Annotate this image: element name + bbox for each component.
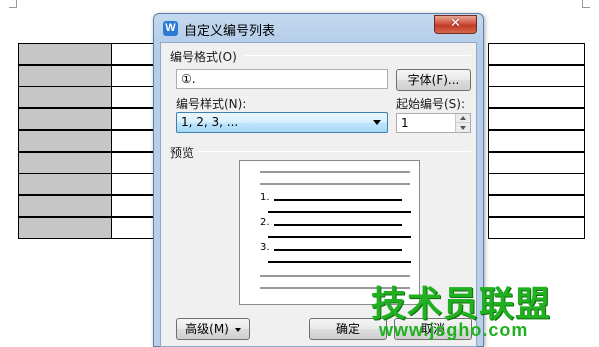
table-cell[interactable]: [488, 64, 585, 87]
table-cell[interactable]: [488, 43, 585, 65]
advanced-button[interactable]: 高级(M): [176, 318, 250, 340]
preview-number: 2.: [260, 217, 270, 228]
table-cell[interactable]: [18, 108, 112, 131]
table-cell[interactable]: [18, 129, 112, 152]
section-divider: [199, 151, 471, 152]
close-icon[interactable]: ✕: [434, 15, 477, 34]
font-button[interactable]: 字体(F)...: [396, 69, 471, 91]
start-at-label: 起始编号(S):: [396, 97, 466, 111]
start-at-spinner[interactable]: 1: [396, 113, 471, 133]
table-cell[interactable]: [488, 108, 585, 131]
number-style-select[interactable]: 1, 2, 3, ...: [176, 112, 388, 133]
preview-number: 3.: [260, 242, 270, 253]
table-cell[interactable]: [18, 86, 112, 109]
spin-up-icon[interactable]: [456, 114, 470, 123]
site-watermark-url: www.jsgho.com: [379, 320, 529, 340]
preview-line: [274, 249, 402, 251]
table-cell[interactable]: [488, 194, 585, 217]
preview-line: [274, 224, 402, 226]
table-cell[interactable]: [488, 86, 585, 109]
spin-down-icon[interactable]: [456, 123, 470, 132]
spinner-buttons: [455, 114, 470, 132]
preview-line: [268, 261, 411, 263]
table-cell[interactable]: [18, 43, 112, 65]
table-cell[interactable]: [488, 151, 585, 174]
preview-number: 1.: [260, 192, 270, 203]
dialog-title: 自定义编号列表: [184, 24, 276, 39]
table-cell[interactable]: [18, 64, 112, 87]
dropdown-arrow-icon: [373, 120, 381, 125]
table-cell[interactable]: [488, 216, 585, 239]
preview-line: [268, 236, 411, 238]
number-style-value: 1, 2, 3, ...: [181, 115, 239, 129]
preview-line: [268, 211, 411, 213]
table-cell[interactable]: [18, 173, 112, 196]
wps-writer-icon: W: [163, 21, 178, 36]
preview-line: [274, 199, 402, 201]
table-cell[interactable]: [18, 216, 112, 239]
table-cell[interactable]: [18, 151, 112, 174]
page-corner-mark: [9, 0, 17, 8]
advanced-expand-icon: [234, 327, 241, 332]
table-cell[interactable]: [488, 129, 585, 152]
preview-label: 预览: [170, 146, 195, 160]
page-corner-mark: [582, 0, 590, 8]
table-cell[interactable]: [488, 173, 585, 196]
number-format-label: 编号格式(O): [170, 50, 237, 64]
advanced-button-label: 高级(M): [185, 322, 229, 336]
dialog-title-bar[interactable]: W 自定义编号列表 ✕: [154, 14, 483, 42]
table-cell[interactable]: [18, 194, 112, 217]
preview-line: [260, 183, 410, 185]
number-style-label: 编号样式(N):: [176, 97, 247, 111]
start-at-value: 1: [401, 116, 409, 130]
number-format-input[interactable]: ①.: [176, 69, 388, 89]
section-divider: [245, 55, 471, 56]
preview-line: [260, 171, 410, 173]
